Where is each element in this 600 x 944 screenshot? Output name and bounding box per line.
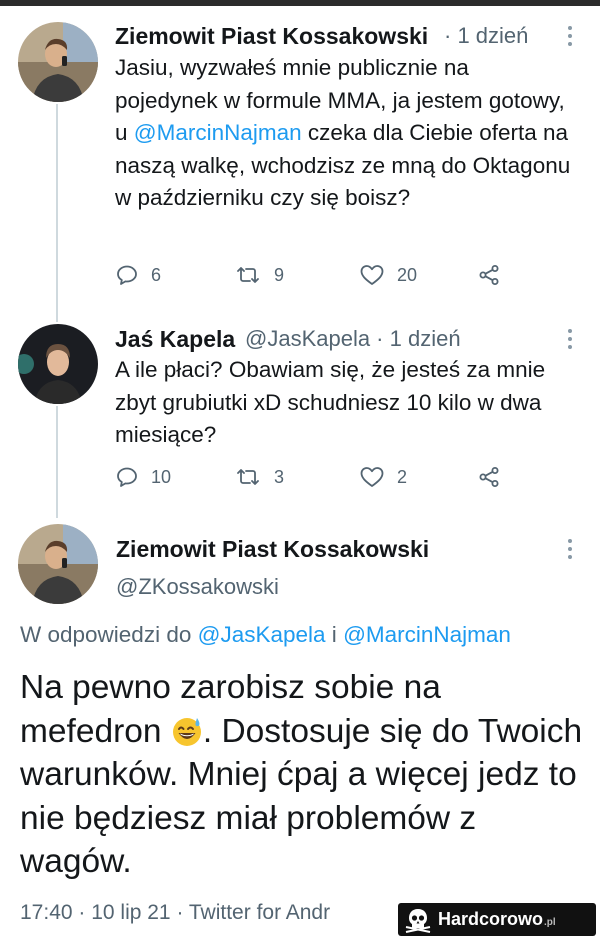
tweet-actions: 6 9 20	[115, 263, 515, 293]
avatar[interactable]	[18, 524, 98, 604]
reply-icon	[117, 265, 137, 285]
retweet-button[interactable]: 9	[234, 263, 284, 287]
tweet-author[interactable]: Ziemowit Piast Kossakowski	[115, 23, 428, 50]
tweet-meta: · 1 dzień	[444, 23, 529, 48]
mention-link[interactable]: @MarcinNajman	[134, 120, 302, 145]
sweat-smile-emoji-icon	[172, 717, 201, 746]
like-button[interactable]: 20	[359, 263, 417, 287]
watermark-suffix: .pl	[544, 917, 556, 928]
replying-and: i	[331, 622, 337, 647]
replying-to: W odpowiedzi do @JasKapela i @MarcinNajm…	[20, 622, 511, 648]
retweet-button[interactable]: 3	[234, 465, 284, 489]
mention-link[interactable]: @JasKapela	[198, 622, 326, 647]
tweet-author[interactable]: Ziemowit Piast Kossakowski	[116, 536, 429, 563]
more-icon[interactable]	[567, 329, 573, 353]
retweet-count: 3	[274, 466, 285, 487]
tweet-meta: @JasKapela · 1 dzień	[245, 326, 461, 351]
watermark-brand: Hardcorowo	[438, 909, 544, 929]
reply-count: 6	[151, 264, 162, 285]
reply-icon	[117, 467, 137, 487]
reply-button[interactable]: 10	[115, 465, 171, 489]
avatar[interactable]	[18, 324, 98, 404]
avatar[interactable]	[18, 22, 98, 102]
reply-count: 10	[151, 466, 172, 487]
top-status-bar	[0, 0, 600, 6]
like-count: 20	[397, 264, 418, 285]
tweet-author[interactable]: Jaś Kapela	[115, 326, 235, 353]
more-icon[interactable]	[567, 26, 573, 50]
like-icon	[360, 265, 384, 285]
reply-button[interactable]: 6	[115, 263, 161, 287]
main-tweet-text: Na pewno zarobisz sobie na mefedron . Do…	[20, 666, 585, 884]
more-icon[interactable]	[567, 539, 573, 563]
tweet-footer: 17:40 · 10 lip 21 · Twitter for Andr	[20, 901, 331, 924]
tweet-handle[interactable]: @ZKossakowski	[116, 574, 279, 600]
like-count: 2	[397, 466, 408, 487]
retweet-icon	[237, 469, 259, 485]
thread-line	[56, 406, 58, 518]
like-icon	[360, 467, 384, 487]
watermark-logo: Hardcorowo .pl	[398, 903, 596, 936]
mention-link[interactable]: @MarcinNajman	[343, 622, 511, 647]
tweet-actions: 10 3 2	[115, 465, 515, 495]
like-button[interactable]: 2	[359, 465, 407, 489]
share-icon	[479, 265, 499, 285]
retweet-icon	[237, 267, 259, 283]
share-button[interactable]	[477, 263, 501, 287]
retweet-count: 9	[274, 264, 285, 285]
replying-prefix: W odpowiedzi do	[20, 622, 192, 647]
share-icon	[479, 467, 499, 487]
thread-line	[56, 104, 58, 322]
tweet-text: A ile płaci? Obawiam się, że jesteś za m…	[115, 357, 546, 447]
tweet-text: Jasiu, wyzwałeś mnie publicznie na pojed…	[115, 52, 575, 215]
share-button[interactable]	[477, 465, 501, 489]
skull-icon	[405, 908, 431, 933]
